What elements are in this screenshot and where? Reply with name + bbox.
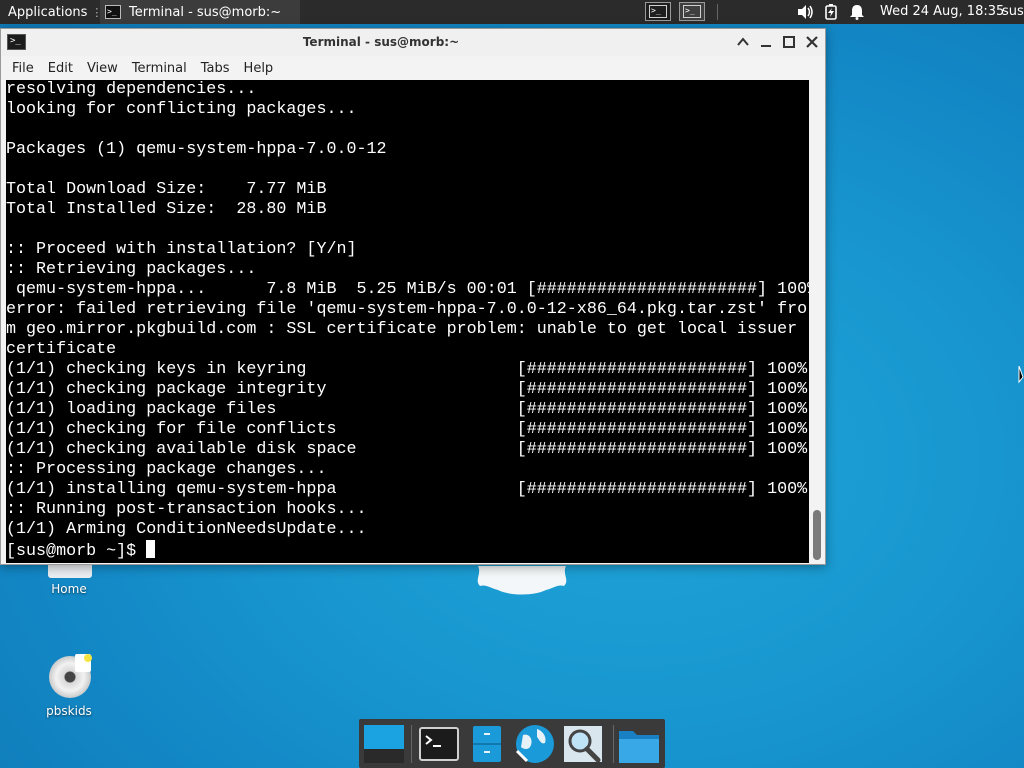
clock[interactable]: Wed 24 Aug, 18:35: [880, 0, 1004, 24]
terminal-line: looking for conflicting packages...: [6, 100, 357, 119]
desktop-icon-label: Home: [51, 582, 87, 596]
window-shade-button[interactable]: [735, 34, 751, 50]
terminal-line: (1/1) Arming ConditionNeedsUpdate...: [6, 520, 367, 539]
workspace-1-button[interactable]: >_: [645, 2, 671, 21]
terminal-line: (1/1) checking for file conflicts [#####…: [6, 420, 808, 439]
terminal-icon: >_: [105, 5, 121, 19]
terminal-line: Total Download Size: 7.77 MiB: [6, 180, 327, 199]
battery-charging-icon[interactable]: [822, 4, 840, 20]
speaker-icon[interactable]: [796, 4, 814, 20]
menu-file[interactable]: File: [1, 61, 41, 76]
web-browser-icon[interactable]: [513, 723, 557, 765]
panel-divider: [717, 4, 718, 20]
scrollbar-thumb[interactable]: [813, 510, 821, 560]
workspace-window-preview: >_: [649, 5, 667, 18]
workspace-2-button[interactable]: >_: [679, 2, 705, 21]
window-close-button[interactable]: [804, 34, 820, 50]
workspace-window-preview: >_: [683, 5, 701, 18]
terminal-lines: resolving dependencies... looking for con…: [6, 80, 809, 540]
desktop-icon-label: pbskids: [46, 704, 92, 718]
file-cabinet-icon[interactable]: [465, 723, 509, 765]
window-maximize-button[interactable]: [781, 34, 797, 50]
terminal-line: qemu-system-hppa... 7.8 MiB 5.25 MiB/s 0…: [6, 280, 809, 299]
terminal-line: Total Installed Size: 28.80 MiB: [6, 200, 327, 219]
menu-view[interactable]: View: [80, 61, 125, 76]
menu-edit[interactable]: Edit: [41, 61, 80, 76]
terminal-line: :: Running post-transaction hooks...: [6, 500, 367, 519]
terminal-line: m geo.mirror.pkgbuild.com : SSL certific…: [6, 320, 798, 339]
text-cursor: [146, 540, 156, 558]
menu-tabs[interactable]: Tabs: [194, 61, 237, 76]
window-menubar: File Edit View Terminal Tabs Help: [1, 56, 825, 80]
applications-label: Applications: [8, 4, 88, 20]
terminal-line: Packages (1) qemu-system-hppa-7.0.0-12: [6, 140, 387, 159]
menu-terminal[interactable]: Terminal: [125, 61, 194, 76]
window-titlebar[interactable]: >_ Terminal - sus@morb:~: [1, 29, 825, 56]
user-menu[interactable]: sus: [1002, 0, 1024, 24]
terminal-line: :: Proceed with installation? [Y/n]: [6, 240, 357, 259]
terminal-line: resolving dependencies...: [6, 80, 257, 99]
taskbar-terminal-window[interactable]: >_ Terminal - sus@morb:~: [100, 0, 300, 24]
folder-icon[interactable]: [617, 723, 661, 765]
window-minimize-button[interactable]: [758, 34, 774, 50]
home-folder-icon: [48, 564, 92, 578]
dock-divider: [613, 725, 614, 763]
xfce-mascot-graphic: [477, 566, 567, 595]
window-title: Terminal - sus@morb:~: [302, 35, 460, 49]
terminal-window: >_ Terminal - sus@morb:~ File Edit View …: [0, 28, 826, 565]
terminal-line: :: Processing package changes...: [6, 460, 327, 479]
terminal-line: (1/1) checking available disk space [###…: [6, 440, 808, 459]
search-icon[interactable]: [561, 723, 605, 765]
taskbar-window-title: Terminal - sus@morb:~: [129, 4, 282, 20]
bell-icon[interactable]: [848, 4, 866, 20]
terminal-line: certificate: [6, 340, 117, 359]
terminal-line: error: failed retrieving file 'qemu-syst…: [6, 300, 808, 319]
disc-badge: [84, 654, 92, 662]
terminal-line: :: Retrieving packages...: [6, 260, 257, 279]
terminal-line: (1/1) installing qemu-system-hppa [#####…: [6, 480, 808, 499]
terminal-prompt-line[interactable]: [sus@morb ~]$: [6, 540, 809, 561]
top-panel: Applications ⋮ >_ Terminal - sus@morb:~ …: [0, 0, 1024, 24]
applications-menu-button[interactable]: Applications ⋮: [0, 0, 102, 24]
shell-prompt: [sus@morb ~]$: [6, 542, 147, 561]
mouse-pointer-icon: [1018, 366, 1024, 384]
terminal-line: (1/1) checking package integrity [######…: [6, 380, 808, 399]
menu-help[interactable]: Help: [237, 61, 281, 76]
bottom-dock: [359, 719, 665, 768]
terminal-line: (1/1) checking keys in keyring [########…: [6, 360, 808, 379]
dock-divider: [411, 725, 412, 763]
terminal-output-area[interactable]: resolving dependencies... looking for con…: [6, 80, 809, 563]
show-desktop-icon[interactable]: [362, 723, 406, 765]
terminal-line: (1/1) loading package files [###########…: [6, 400, 808, 419]
terminal-icon[interactable]: [417, 723, 461, 765]
terminal-scrollbar[interactable]: [809, 80, 825, 563]
